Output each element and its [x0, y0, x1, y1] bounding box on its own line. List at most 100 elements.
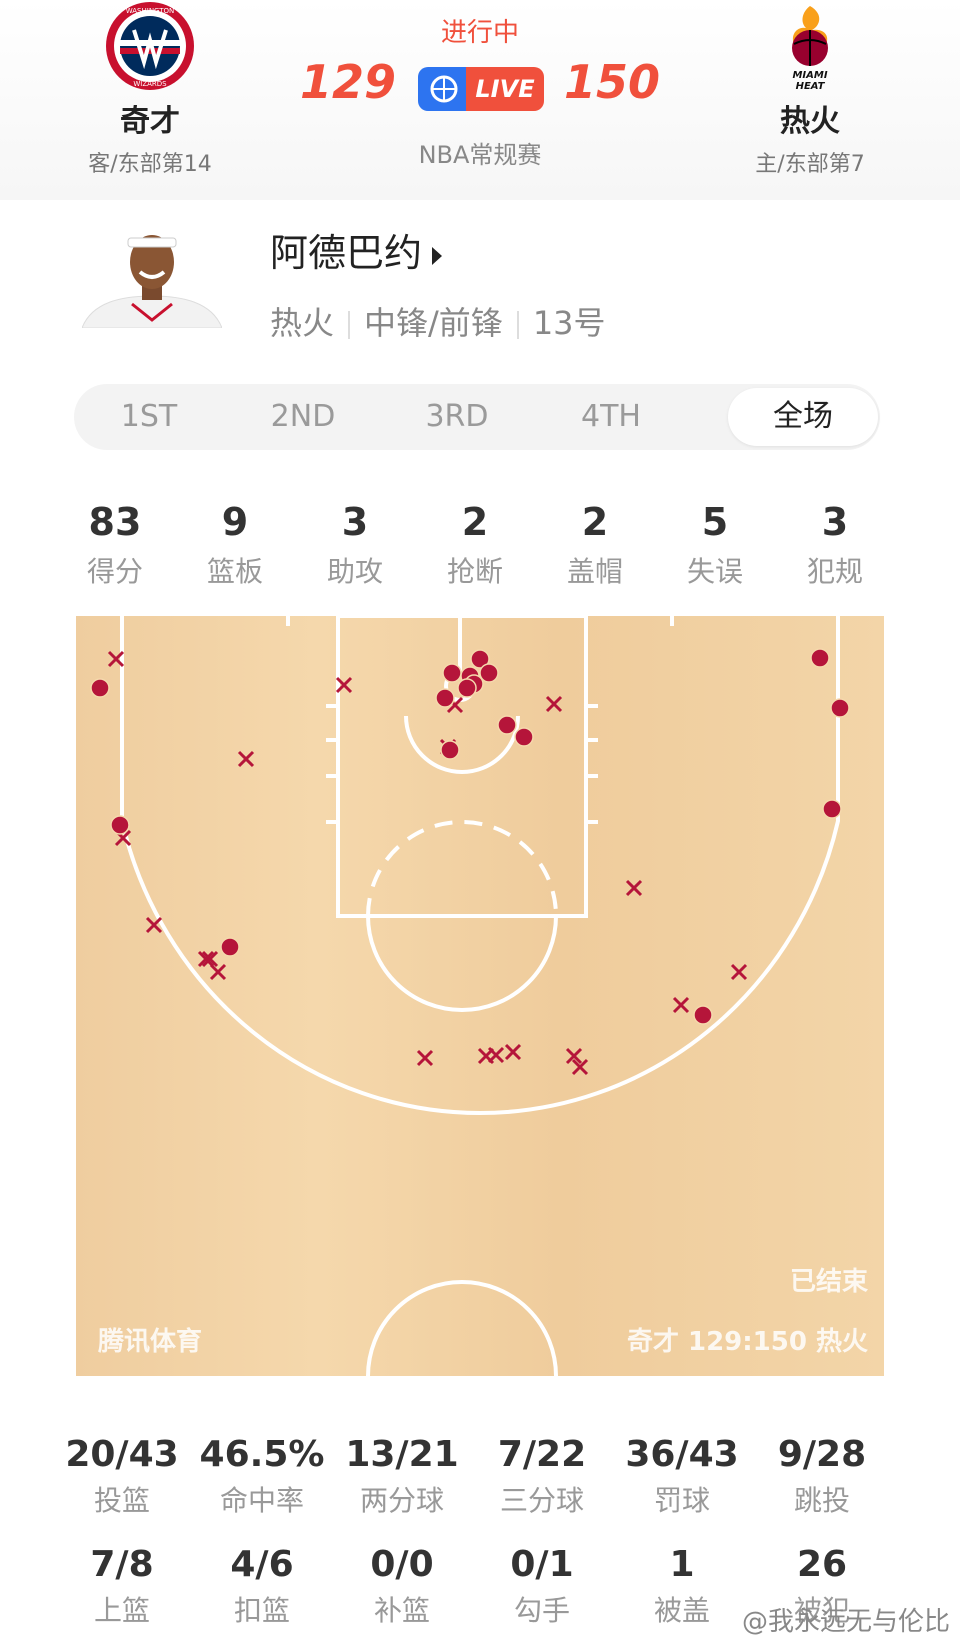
shooting-label: 两分球	[359, 1484, 444, 1517]
player-meta: 热火 中锋/前锋 13号	[270, 298, 606, 344]
shot-missed-marker	[625, 879, 643, 897]
live-label: LIVE	[466, 67, 544, 111]
shot-missed-marker	[209, 963, 227, 981]
stat-steals: 2 抢断	[420, 500, 530, 590]
shooting-label: 跳投	[793, 1484, 850, 1517]
home-team[interactable]: MIAMI HEAT 热火 主/东部第7	[710, 0, 910, 178]
stat-value: 3	[821, 500, 849, 544]
tencent-sports-brand: 腾讯体育	[98, 1327, 203, 1357]
shooting-tipin: 0/0 补篮	[332, 1544, 472, 1629]
shot-made-marker	[442, 663, 462, 683]
shooting-fg-pct: 46.5% 命中率	[192, 1434, 332, 1519]
home-score: 150	[563, 55, 660, 109]
shooting-value: 9/28	[777, 1434, 867, 1475]
stat-label: 犯规	[806, 555, 863, 588]
stat-label: 失误	[686, 555, 743, 588]
tab-2nd[interactable]: 2ND	[228, 384, 378, 450]
player-position: 中锋/前锋	[364, 304, 503, 342]
shot-missed-marker	[416, 1049, 434, 1067]
shooting-value: 26	[796, 1544, 848, 1585]
game-header: WASHINGTON WIZARDS 奇才 客/东部第14 进行中 129 LI…	[0, 0, 960, 200]
shot-made-marker	[440, 740, 460, 760]
shooting-2pt: 13/21 两分球	[332, 1434, 472, 1519]
player-name: 阿德巴约	[270, 231, 423, 275]
shot-missed-marker	[487, 1046, 505, 1064]
shot-missed-marker	[672, 996, 690, 1014]
heat-logo-icon: MIAMI HEAT	[764, 0, 856, 92]
wizards-logo-top-text: WASHINGTON	[126, 7, 175, 15]
shooting-3pt: 7/22 三分球	[472, 1434, 612, 1519]
stat-label: 盖帽	[566, 555, 623, 588]
stat-label: 抢断	[446, 555, 503, 588]
stat-fouls: 3 犯规	[780, 500, 890, 590]
shooting-label: 被盖	[653, 1594, 710, 1627]
shooting-value: 20/43	[65, 1434, 179, 1475]
game-status: 进行中	[440, 18, 519, 48]
shooting-blocked: 1 被盖	[612, 1544, 752, 1629]
shooting-dunk: 4/6 扣篮	[192, 1544, 332, 1629]
stat-value: 3	[341, 500, 369, 544]
shooting-value: 0/0	[370, 1544, 434, 1585]
shooting-jumpshot: 9/28 跳投	[752, 1434, 892, 1519]
league-label: NBA常规赛	[418, 141, 542, 169]
shooting-value: 1	[669, 1544, 695, 1585]
court-lines	[90, 616, 850, 1376]
wizards-logo-bottom-text: WIZARDS	[133, 80, 167, 88]
tab-3rd[interactable]: 3RD	[382, 384, 532, 450]
tab-full-game[interactable]: 全场	[728, 388, 878, 446]
shot-made-marker	[822, 799, 842, 819]
away-team-name: 奇才	[120, 104, 180, 139]
shot-missed-marker	[145, 916, 163, 934]
player-name-link[interactable]: 阿德巴约	[270, 222, 443, 277]
shot-made-marker	[110, 815, 130, 835]
shooting-label: 命中率	[219, 1484, 304, 1517]
tab-4th[interactable]: 4TH	[536, 384, 686, 450]
stat-blocks: 2 盖帽	[540, 500, 650, 590]
stat-assists: 3 助攻	[300, 500, 410, 590]
final-result-label: 奇才 129:150 热火	[626, 1327, 868, 1357]
shooting-layup: 7/8 上篮	[52, 1544, 192, 1629]
shot-chart: 腾讯体育 已结束 奇才 129:150 热火	[76, 616, 884, 1376]
stat-label: 篮板	[206, 555, 263, 588]
shot-made-marker	[457, 678, 477, 698]
shot-missed-marker	[504, 1043, 522, 1061]
shot-made-marker	[810, 648, 830, 668]
game-ended-label: 已结束	[789, 1267, 868, 1297]
stat-value: 2	[581, 500, 609, 544]
shot-missed-marker	[730, 963, 748, 981]
stat-label: 得分	[86, 555, 143, 588]
away-score: 129	[300, 55, 397, 109]
shooting-label: 投篮	[93, 1484, 150, 1517]
shot-made-marker	[497, 715, 517, 735]
shooting-ft: 36/43 罚球	[612, 1434, 752, 1519]
shooting-value: 13/21	[345, 1434, 459, 1475]
away-team[interactable]: WASHINGTON WIZARDS 奇才 客/东部第14	[50, 0, 250, 178]
stat-turnovers: 5 失误	[660, 500, 770, 590]
tab-1st[interactable]: 1ST	[74, 384, 224, 450]
shot-made-marker	[220, 937, 240, 957]
shooting-value: 0/1	[510, 1544, 574, 1585]
player-avatar	[82, 220, 222, 328]
player-team: 热火	[270, 304, 335, 342]
wizards-logo-icon: WASHINGTON WIZARDS	[104, 0, 196, 92]
shot-made-marker	[90, 678, 110, 698]
divider	[516, 311, 519, 339]
shot-made-marker	[435, 688, 455, 708]
shooting-label: 勾手	[513, 1594, 570, 1627]
shot-missed-marker	[545, 695, 563, 713]
shot-made-marker	[479, 663, 499, 683]
shooting-label: 扣篮	[233, 1594, 290, 1627]
shooting-label: 罚球	[653, 1484, 710, 1517]
stat-points: 83 得分	[60, 500, 170, 590]
stat-value: 9	[221, 500, 249, 544]
shooting-hook: 0/1 勾手	[472, 1544, 612, 1629]
heat-logo-bottom-text: HEAT	[796, 81, 826, 92]
shot-made-marker	[693, 1005, 713, 1025]
shooting-fg: 20/43 投篮	[52, 1434, 192, 1519]
divider	[348, 311, 351, 339]
stat-label: 助攻	[326, 555, 383, 588]
live-badge[interactable]: LIVE	[418, 67, 544, 111]
shooting-value: 4/6	[230, 1544, 294, 1585]
stat-rebounds: 9 篮板	[180, 500, 290, 590]
home-team-rank: 主/东部第7	[755, 152, 865, 177]
